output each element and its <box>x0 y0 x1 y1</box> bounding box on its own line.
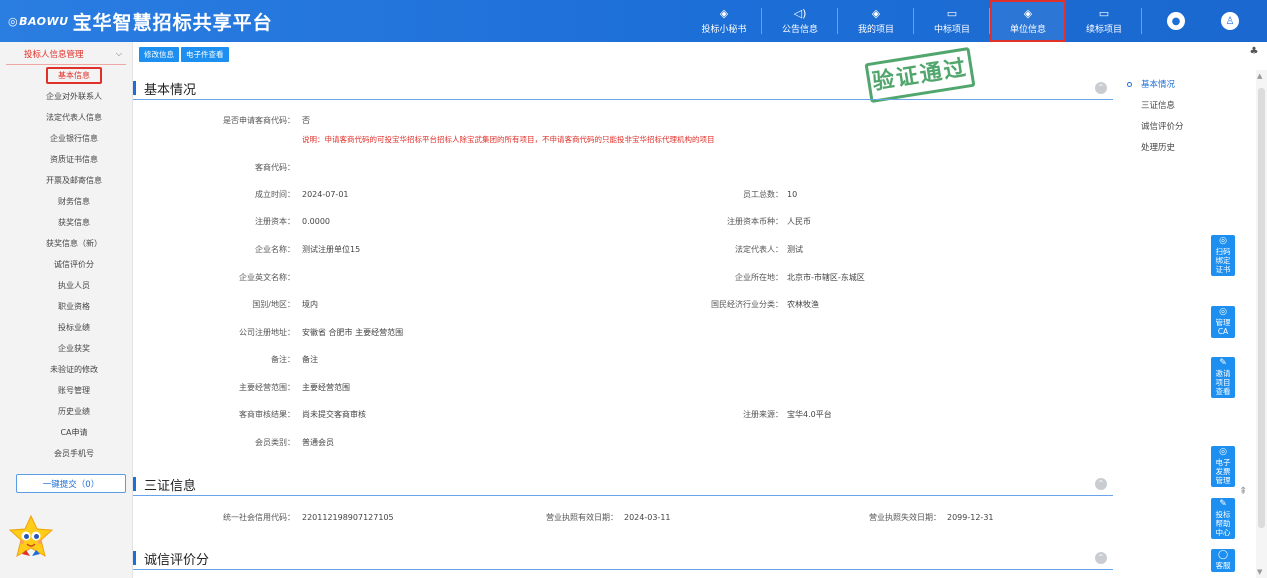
customer-service-button[interactable]: ◯ 客服 <box>1211 549 1235 572</box>
sidebar-item-finance[interactable]: 财务信息 <box>0 191 132 212</box>
nav-my-projects[interactable]: ◈ 我的项目 <box>838 0 914 42</box>
sidebar-item-awards[interactable]: 获奖信息 <box>0 212 132 233</box>
field-row-cert: 统一社会信用代码： 220112198907127105 营业执照有效日期： 2… <box>223 513 994 522</box>
sidebar-item-company-awards[interactable]: 企业获奖 <box>0 338 132 359</box>
sidebar-item-invoice[interactable]: 开票及邮寄信息 <box>0 170 132 191</box>
nav-renewal-projects[interactable]: ▭ 续标项目 <box>1066 0 1142 42</box>
chat-icon: ◯ <box>1217 550 1229 560</box>
section-cert-header: 三证信息 ⌃ <box>133 472 1113 496</box>
sidebar-item-bank[interactable]: 企业银行信息 <box>0 128 132 149</box>
sidebar-item-qualification[interactable]: 资质证书信息 <box>0 149 132 170</box>
one-click-submit-button[interactable]: 一键提交（0） <box>16 474 126 493</box>
sidebar-item-unverified-changes[interactable]: 未验证的修改 <box>0 359 132 380</box>
anchor-credit[interactable]: 诚信评价分 <box>1127 120 1207 141</box>
user-avatar-icon[interactable]: ♙ <box>1221 12 1239 30</box>
field-row-found-staff: 成立时间： 2024-07-01 员工总数： 10 <box>255 190 798 199</box>
scroll-thumb[interactable] <box>1258 88 1265 528</box>
main-content: 基本情况 ⌃ 是否申请客商代码： 否 说明：申请客商代码的可投宝华招标平台招标人… <box>133 66 1253 578</box>
layers-icon: ◈ <box>1023 6 1033 20</box>
logo[interactable]: ◎BAOWU 宝华智慧招标共享平台 <box>8 8 273 34</box>
view-documents-button[interactable]: 电子件查看 <box>181 47 229 62</box>
sidebar-item-awards-new[interactable]: 获奖信息（新） <box>0 233 132 254</box>
org-tree-icon[interactable]: ♣ <box>1247 46 1261 60</box>
field-row-capital: 注册资本： 0.0000 注册资本币种： 人民币 <box>255 217 811 226</box>
gear-icon: ◎ <box>1219 307 1227 317</box>
scan-bind-cert-button[interactable]: ◎ 扫码绑定证书 <box>1211 235 1235 276</box>
mascot-star-icon <box>8 514 54 558</box>
manage-ca-button[interactable]: ◎ 管理CA <box>1211 306 1235 338</box>
nav-announcements[interactable]: ◁) 公告信息 <box>762 0 838 42</box>
section-basic-header: 基本情况 ⌃ <box>133 76 1113 100</box>
e-invoice-button[interactable]: ◎ 电子发票管理 <box>1211 446 1235 487</box>
collapse-icon[interactable]: ⌃ <box>1095 552 1107 564</box>
field-scope: 主要经营范围： 主要经营范围 <box>239 383 350 392</box>
sidebar-item-contacts[interactable]: 企业对外联系人 <box>0 86 132 107</box>
apply-code-note: 说明：申请客商代码的可投宝华招标平台招标人除宝武集团的所有项目，不申请客商代码的… <box>302 135 715 144</box>
folder-icon: ▭ <box>946 6 958 20</box>
scroll-up-icon[interactable]: ▲ <box>1257 72 1262 80</box>
field-address: 公司注册地址： 安徽省 合肥市 主要经营范围 <box>239 328 404 337</box>
invoice-icon: ◎ <box>1219 447 1227 457</box>
notification-bell-icon[interactable]: ● <box>1167 12 1185 30</box>
sidebar-group-bidder-info[interactable]: 投标人信息管理 ⌵ <box>0 44 132 64</box>
nav-company-info[interactable]: ◈ 单位信息 <box>990 0 1066 42</box>
section-title: 基本情况 <box>144 83 197 98</box>
back-to-top-icon[interactable]: ⇞ <box>1239 486 1247 497</box>
sidebar-item-legal-rep[interactable]: 法定代表人信息 <box>0 107 132 128</box>
sidebar-item-credit-score[interactable]: 诚信评价分 <box>0 254 132 275</box>
scan-icon: ◎ <box>1219 236 1227 246</box>
folder-icon: ▭ <box>1098 6 1110 20</box>
anchor-nav: 基本情况 三证信息 诚信评价分 处理历史 <box>1127 78 1207 162</box>
field-row-audit-source: 客商审核结果： 尚未提交客商审核 注册来源： 宝华4.0平台 <box>239 410 832 419</box>
scrollbar[interactable]: ▲ ▼ <box>1256 70 1267 578</box>
sidebar-item-professional-qual[interactable]: 职业资格 <box>0 296 132 317</box>
field-merchant-code: 客商代码： <box>255 163 295 172</box>
help-icon: ✎ <box>1219 499 1227 509</box>
field-row-region-industry: 国别/地区： 境内 国民经济行业分类： 农林牧渔 <box>252 300 819 309</box>
field-apply-code: 是否申请客商代码： 否 <box>223 116 310 125</box>
section-credit-header: 诚信评价分 ⌃ <box>133 546 1113 570</box>
sidebar-item-ca-apply[interactable]: CA申请 <box>0 422 132 443</box>
top-nav: ◈ 投标小秘书 ◁) 公告信息 ◈ 我的项目 ▭ 中标项目 ◈ 单位信息 ▭ 续… <box>686 0 1142 42</box>
edit-icon: ✎ <box>1219 358 1227 368</box>
scroll-down-icon[interactable]: ▼ <box>1257 568 1262 576</box>
nav-bid-assistant[interactable]: ◈ 投标小秘书 <box>686 0 762 42</box>
platform-title: 宝华智慧招标共享平台 <box>72 11 273 34</box>
anchor-cert[interactable]: 三证信息 <box>1127 99 1207 120</box>
anchor-history[interactable]: 处理历史 <box>1127 141 1207 162</box>
collapse-icon[interactable]: ⌃ <box>1095 82 1107 94</box>
chevron-down-icon: ⌵ <box>115 49 122 58</box>
layers-icon: ◈ <box>719 6 729 20</box>
sidebar-item-basic-info[interactable]: 基本信息 <box>0 65 132 86</box>
sidebar-item-account[interactable]: 账号管理 <box>0 380 132 401</box>
sidebar-item-practitioners[interactable]: 执业人员 <box>0 275 132 296</box>
field-remark: 备注： 备注 <box>271 355 318 364</box>
field-row-name-legal: 企业名称： 测试注册单位15 法定代表人： 测试 <box>255 245 803 254</box>
sidebar-item-member-phone[interactable]: 会员手机号 <box>0 443 132 464</box>
sidebar-item-history-performance[interactable]: 历史业绩 <box>0 401 132 422</box>
section-title: 诚信评价分 <box>144 553 210 568</box>
top-header: ◎BAOWU 宝华智慧招标共享平台 ◈ 投标小秘书 ◁) 公告信息 ◈ 我的项目… <box>0 0 1267 42</box>
field-row-en-location: 企业英文名称： 企业所在地： 北京市-市辖区-东城区 <box>239 273 865 282</box>
invite-project-view-button[interactable]: ✎ 邀请项目查看 <box>1211 357 1235 398</box>
anchor-basic[interactable]: 基本情况 <box>1127 78 1207 99</box>
help-center-button[interactable]: ✎ 投标帮助中心 <box>1211 498 1235 539</box>
nav-won-projects[interactable]: ▭ 中标项目 <box>914 0 990 42</box>
speaker-icon: ◁) <box>793 6 807 20</box>
sidebar: 投标人信息管理 ⌵ 基本信息 企业对外联系人 法定代表人信息 企业银行信息 资质… <box>0 42 133 578</box>
section-title: 三证信息 <box>144 479 197 494</box>
sidebar-menu: 基本信息 企业对外联系人 法定代表人信息 企业银行信息 资质证书信息 开票及邮寄… <box>0 65 132 464</box>
layers-icon: ◈ <box>871 6 881 20</box>
sidebar-item-bid-performance[interactable]: 投标业绩 <box>0 317 132 338</box>
logo-mark: ◎BAOWU <box>8 14 69 28</box>
edit-info-button[interactable]: 修改信息 <box>139 47 179 62</box>
collapse-icon[interactable]: ⌃ <box>1095 478 1107 490</box>
field-member-type: 会员类别： 普通会员 <box>255 438 334 447</box>
toolbar: 修改信息 电子件查看 <box>139 47 229 62</box>
